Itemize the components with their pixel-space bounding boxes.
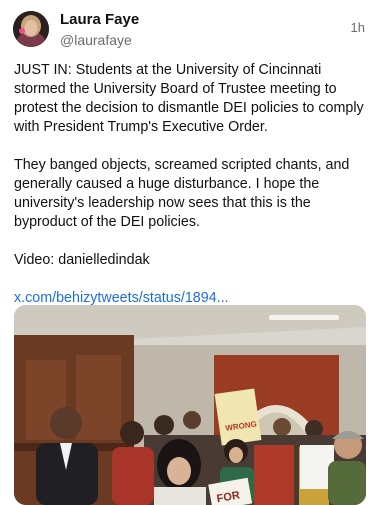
avatar[interactable] — [13, 11, 49, 47]
author-block[interactable]: Laura Faye @laurafaye — [60, 11, 139, 49]
post-video-thumbnail[interactable]: WRONG FOR — [14, 305, 366, 505]
author-handle[interactable]: @laurafaye — [60, 31, 139, 49]
post-card: Laura Faye @laurafaye 1h JUST IN: Studen… — [0, 0, 381, 505]
post-timestamp: 1h — [350, 20, 365, 35]
author-display-name[interactable]: Laura Faye — [60, 11, 139, 29]
avatar-image — [13, 11, 49, 47]
video-frame: WRONG FOR — [14, 305, 366, 505]
post-body: JUST IN: Students at the University of C… — [14, 61, 366, 308]
post-paragraph: They banged objects, screamed scripted c… — [14, 157, 350, 230]
post-paragraph: JUST IN: Students at the University of C… — [14, 62, 364, 135]
post-paragraph: Video: danielledindak — [14, 252, 150, 268]
